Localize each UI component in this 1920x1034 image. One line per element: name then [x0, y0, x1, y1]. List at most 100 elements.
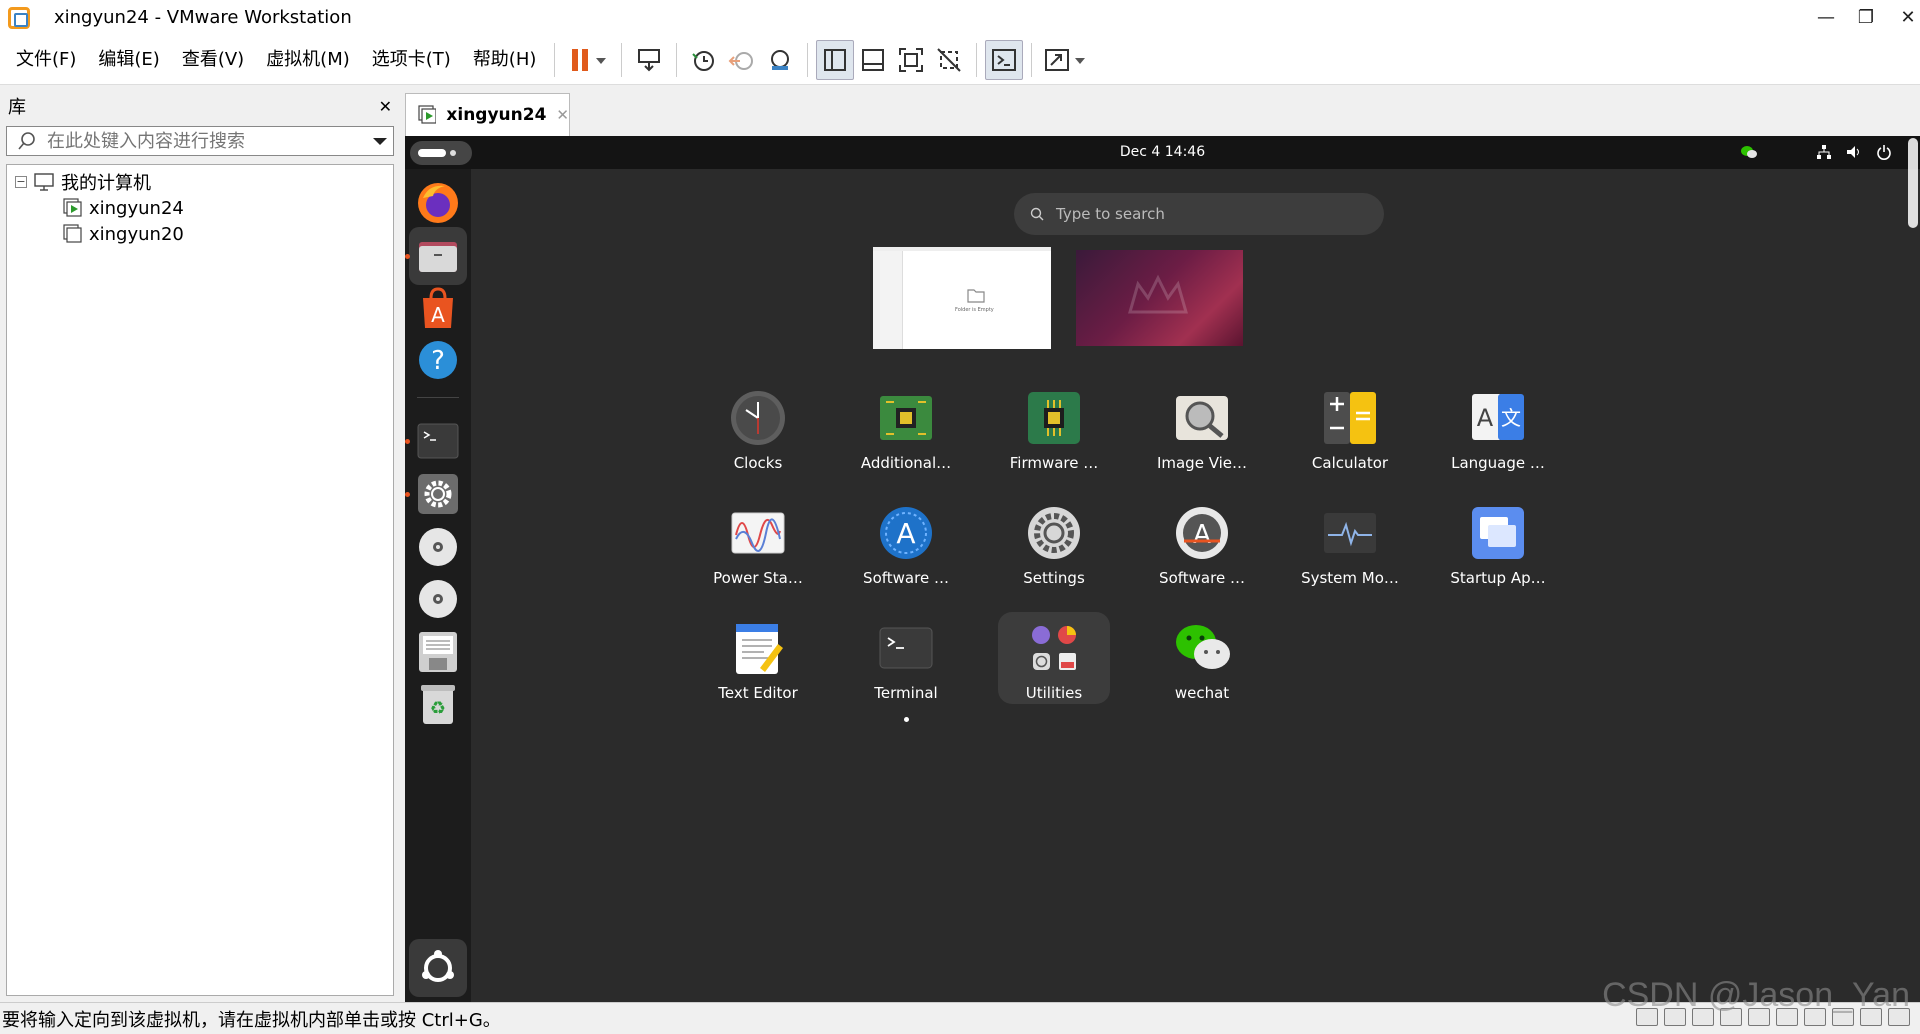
- vm-console[interactable]: Dec 4 14:46 A ? ♻ Type to search Folder …: [405, 136, 1920, 1002]
- library-search[interactable]: [6, 126, 394, 156]
- window-title: xingyun24 - VMware Workstation: [54, 7, 352, 28]
- app-settings[interactable]: Settings: [998, 497, 1110, 609]
- dropdown-arrow-icon[interactable]: [367, 131, 393, 151]
- app-power-statistics[interactable]: Power Sta…: [702, 497, 814, 609]
- full-screen-button[interactable]: [892, 40, 930, 80]
- menu-file[interactable]: 文件(F): [6, 40, 86, 80]
- running-indicator: [405, 439, 410, 444]
- dock-floppy[interactable]: [409, 623, 467, 681]
- dock-show-apps[interactable]: [409, 939, 467, 997]
- menu-view[interactable]: 查看(V): [172, 40, 254, 80]
- tree-node-vm-running[interactable]: xingyun24: [7, 195, 393, 221]
- library-tree: − 我的计算机 xingyun24 xingyun20: [6, 164, 394, 996]
- ubuntu-wallpaper-mascot-icon: [1128, 274, 1188, 314]
- app-label: Terminal: [874, 684, 938, 702]
- menu-vm[interactable]: 虚拟机(M): [256, 40, 360, 80]
- workspace-thumbnail-2[interactable]: [1076, 250, 1243, 346]
- system-tray[interactable]: [1740, 144, 1892, 160]
- app-startup-apps[interactable]: Startup Ap…: [1442, 497, 1554, 609]
- send-ctrl-alt-del-button[interactable]: [630, 40, 668, 80]
- console-icon: [992, 48, 1017, 71]
- library-close-button[interactable]: ✕: [379, 97, 392, 116]
- dock-app-center[interactable]: A: [409, 279, 467, 337]
- app-label: Utilities: [1025, 684, 1083, 702]
- vm-scrollbar-thumb[interactable]: [1908, 138, 1918, 228]
- tree-node-my-computer[interactable]: − 我的计算机: [7, 169, 393, 195]
- app-label: Additional…: [860, 454, 952, 472]
- app-label: Calculator: [1311, 454, 1389, 472]
- software-updater-icon: A: [880, 507, 932, 559]
- menu-tabs[interactable]: 选项卡(T): [362, 40, 461, 80]
- dock-disc-1[interactable]: [409, 518, 467, 576]
- app-software-updater[interactable]: A Software …: [850, 497, 962, 609]
- volume-icon[interactable]: [1846, 144, 1862, 160]
- app-software-properties[interactable]: A Software …: [1146, 497, 1258, 609]
- firefox-icon: [418, 183, 458, 223]
- terminal-icon: [417, 423, 459, 459]
- menu-help[interactable]: 帮助(H): [463, 40, 547, 80]
- maximize-button[interactable]: ❐: [1843, 0, 1889, 35]
- show-apps-icon: [422, 950, 454, 982]
- dock-trash[interactable]: ♻: [409, 675, 467, 733]
- app-text-editor[interactable]: Text Editor: [702, 612, 814, 724]
- app-language[interactable]: A文 Language …: [1442, 382, 1554, 494]
- dock-disc-2[interactable]: [409, 570, 467, 628]
- network-icon[interactable]: [1816, 144, 1832, 160]
- workspace-thumbnail-1[interactable]: Folder is Empty: [873, 247, 1051, 349]
- tree-node-vm[interactable]: xingyun20: [7, 221, 393, 247]
- menu-bar: 文件(F) 编辑(E) 查看(V) 虚拟机(M) 选项卡(T) 帮助(H): [0, 35, 1920, 85]
- app-utilities-folder[interactable]: Utilities: [998, 612, 1110, 704]
- tab-bar: xingyun24 ✕: [405, 88, 1920, 136]
- dock-help[interactable]: ?: [409, 331, 467, 389]
- show-library-button[interactable]: [816, 39, 855, 80]
- stretch-guest-button[interactable]: [1040, 40, 1090, 80]
- unity-mode-button[interactable]: [930, 40, 968, 80]
- search-icon: [18, 132, 35, 150]
- app-firmware[interactable]: Firmware …: [998, 382, 1110, 494]
- dock-files[interactable]: [405, 227, 467, 285]
- system-monitor-icon: [1324, 513, 1376, 553]
- app-label: Software …: [1159, 569, 1245, 587]
- dock-separator: [417, 397, 459, 398]
- dock-settings[interactable]: [405, 465, 467, 523]
- image-viewer-icon: [1176, 396, 1228, 440]
- dock-terminal[interactable]: [405, 412, 467, 470]
- language-icon: A文: [1472, 394, 1524, 440]
- close-button[interactable]: ✕: [1885, 0, 1920, 35]
- app-label: wechat: [1174, 684, 1230, 702]
- wechat-tray-icon[interactable]: [1740, 144, 1758, 160]
- snapshot-button[interactable]: [685, 40, 723, 80]
- app-clocks[interactable]: Clocks: [702, 382, 814, 494]
- thumbnail-header: [873, 247, 1051, 251]
- app-label: Software …: [863, 569, 949, 587]
- power-icon[interactable]: [1876, 144, 1892, 160]
- app-wechat[interactable]: wechat: [1146, 612, 1258, 724]
- library-search-input[interactable]: [47, 130, 357, 152]
- app-system-monitor[interactable]: System Mo…: [1294, 497, 1406, 609]
- terminal-icon: [879, 627, 933, 669]
- pause-button[interactable]: [563, 40, 613, 80]
- gnome-top-bar: Dec 4 14:46: [405, 136, 1920, 169]
- tree-label-vm: xingyun24: [89, 197, 184, 219]
- toolbar-separator: [807, 42, 809, 77]
- dock-firefox[interactable]: [409, 174, 467, 232]
- tab-close-button[interactable]: ✕: [556, 106, 569, 124]
- snapshot-manager-button[interactable]: [761, 40, 799, 80]
- watermark: CSDN @Jason_Yan: [1602, 976, 1910, 1014]
- revert-snapshot-button[interactable]: [723, 40, 761, 80]
- app-overview: Type to search Folder is Empty Clocks Ad…: [471, 169, 1920, 1002]
- app-terminal[interactable]: Terminal: [850, 612, 962, 724]
- app-additional-drivers[interactable]: Additional…: [850, 382, 962, 494]
- app-image-viewer[interactable]: Image Vie…: [1146, 382, 1258, 494]
- tab-vm[interactable]: xingyun24 ✕: [405, 93, 570, 136]
- power-statistics-icon: [731, 512, 785, 554]
- collapse-toggle-icon[interactable]: −: [15, 176, 27, 188]
- console-view-button[interactable]: [985, 39, 1024, 80]
- clock[interactable]: Dec 4 14:46: [405, 144, 1920, 160]
- thumbnail-bar-button[interactable]: [854, 40, 892, 80]
- menu-edit[interactable]: 编辑(E): [88, 40, 169, 80]
- overview-search[interactable]: Type to search: [1014, 193, 1384, 235]
- optical-disc-icon: [419, 528, 457, 566]
- app-calculator[interactable]: Calculator: [1294, 382, 1406, 494]
- snapshot-icon: [692, 50, 715, 71]
